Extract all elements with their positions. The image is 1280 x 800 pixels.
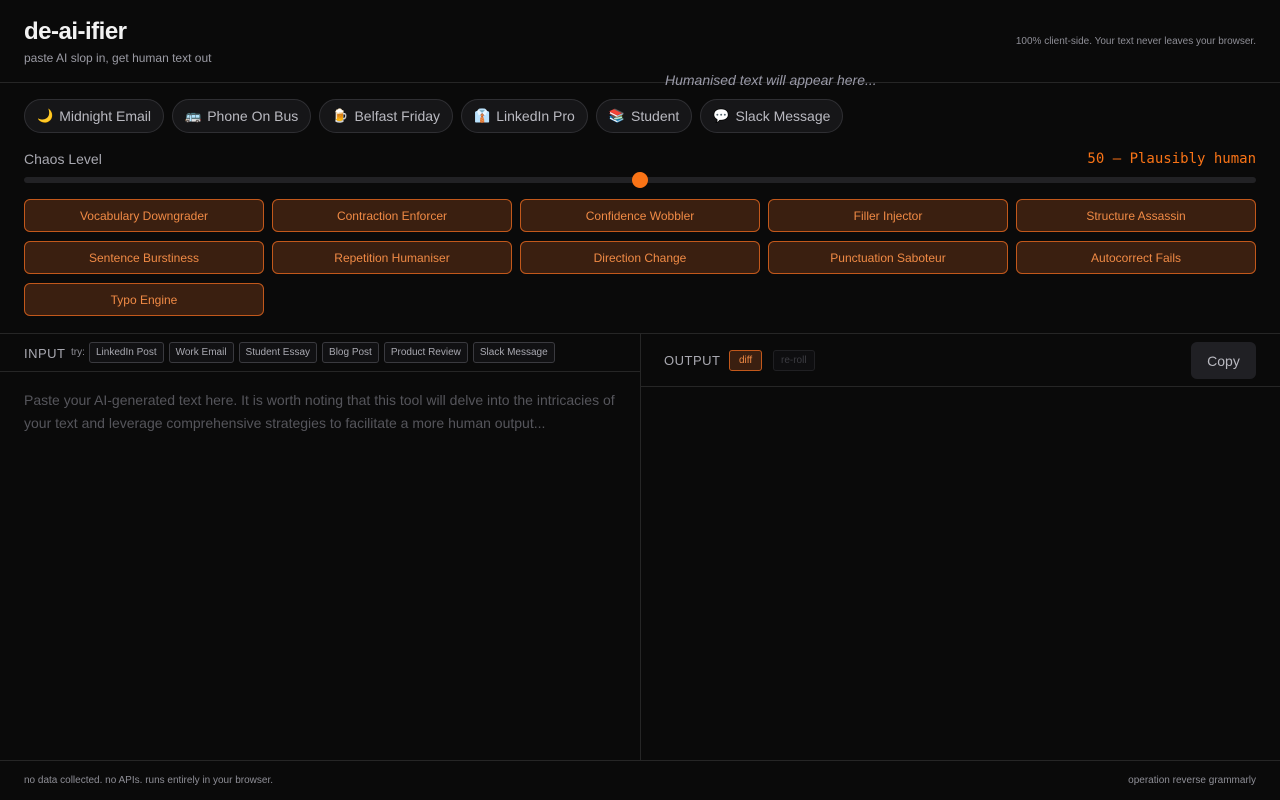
sample-slack-message-button[interactable]: Slack Message: [472, 342, 555, 363]
reroll-button[interactable]: re-roll: [773, 350, 815, 371]
preset-midnight-email-button[interactable]: 🌙 Midnight Email: [24, 99, 165, 133]
copy-button[interactable]: Copy: [1191, 342, 1256, 379]
preset-slack-message-button[interactable]: 💬 Slack Message: [700, 99, 844, 133]
input-textarea[interactable]: [0, 373, 640, 761]
sample-blog-post-button[interactable]: Blog Post: [322, 342, 379, 363]
chaos-level-label: Chaos Level: [24, 151, 102, 167]
preset-label: LinkedIn Pro: [496, 108, 575, 124]
module-vocabulary-downgrader-toggle[interactable]: Vocabulary Downgrader: [24, 199, 264, 232]
preset-label: Student: [631, 108, 680, 124]
output-label: OUTPUT: [664, 353, 721, 368]
diff-toggle-button[interactable]: diff: [729, 350, 763, 371]
module-direction-change-toggle[interactable]: Direction Change: [520, 241, 760, 274]
chaos-level-value: 50 — Plausibly human: [1087, 151, 1256, 167]
preset-belfast-friday-button[interactable]: 🍺 Belfast Friday: [319, 99, 454, 133]
sample-buttons: LinkedIn Post Work Email Student Essay Blog…: [89, 342, 555, 363]
module-repetition-humaniser-toggle[interactable]: Repetition Humaniser: [272, 241, 512, 274]
module-confidence-wobbler-toggle[interactable]: Confidence Wobbler: [520, 199, 760, 232]
preset-student-button[interactable]: 📚 Student: [595, 99, 693, 133]
sample-product-review-button[interactable]: Product Review: [383, 342, 468, 363]
speech-bubble-icon: 💬: [713, 108, 730, 124]
sample-student-essay-button[interactable]: Student Essay: [238, 342, 318, 363]
module-autocorrect-fails-toggle[interactable]: Autocorrect Fails: [1016, 241, 1256, 274]
input-label: INPUT: [24, 346, 66, 361]
output-toolbar: OUTPUT diff re-roll Copy: [641, 334, 1280, 387]
try-label: try:: [71, 347, 85, 358]
footer-tagline: operation reverse grammarly: [1128, 775, 1256, 786]
app-title: de-ai-ifier: [24, 18, 127, 45]
module-grid: Vocabulary Downgrader Contraction Enforce…: [24, 199, 1256, 316]
sample-linkedin-post-button[interactable]: LinkedIn Post: [89, 342, 164, 363]
pane-divider: [640, 334, 641, 760]
bus-icon: 🚌: [185, 108, 202, 124]
input-toolbar: INPUT try: LinkedIn Post Work Email Studen…: [0, 334, 640, 372]
footer-privacy: no data collected. no APIs. runs entirel…: [24, 775, 274, 786]
privacy-note: 100% client-side. Your text never leaves…: [1015, 36, 1256, 47]
module-structure-assassin-toggle[interactable]: Structure Assassin: [1016, 199, 1256, 232]
module-punctuation-saboteur-toggle[interactable]: Punctuation Saboteur: [768, 241, 1008, 274]
preset-bar: 🌙 Midnight Email 🚌 Phone On Bus 🍺 Belfast Fri…: [24, 99, 844, 133]
module-filler-injector-toggle[interactable]: Filler Injector: [768, 199, 1008, 232]
editor-panes: INPUT try: LinkedIn Post Work Email Studen…: [0, 333, 1280, 761]
preset-label: Slack Message: [735, 108, 831, 124]
sample-work-email-button[interactable]: Work Email: [168, 342, 234, 363]
necktie-icon: 👔: [474, 108, 491, 124]
output-placeholder: Humanised text will appear here...: [665, 72, 877, 88]
app-header: de-ai-ifier paste AI slop in, get human …: [0, 0, 1280, 83]
module-contraction-enforcer-toggle[interactable]: Contraction Enforcer: [272, 199, 512, 232]
preset-label: Phone On Bus: [207, 108, 299, 124]
preset-phone-on-bus-button[interactable]: 🚌 Phone On Bus: [172, 99, 312, 133]
preset-label: Midnight Email: [59, 108, 152, 124]
chaos-slider[interactable]: [24, 172, 1256, 188]
app-subtitle: paste AI slop in, get human text out: [24, 51, 212, 65]
module-sentence-burstiness-toggle[interactable]: Sentence Burstiness: [24, 241, 264, 274]
module-typo-engine-toggle[interactable]: Typo Engine: [24, 283, 264, 316]
books-icon: 📚: [608, 108, 626, 124]
preset-label: Belfast Friday: [354, 108, 441, 124]
beer-icon: 🍺: [332, 108, 349, 124]
preset-linkedin-pro-button[interactable]: 👔 LinkedIn Pro: [461, 99, 588, 133]
moon-icon: 🌙: [37, 108, 54, 124]
chaos-slider-thumb[interactable]: [632, 172, 648, 188]
